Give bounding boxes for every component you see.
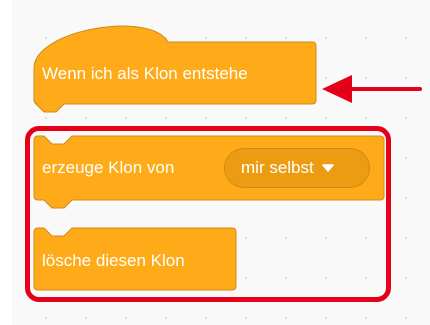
arrow-left-icon [322, 75, 422, 103]
highlight-frame [25, 126, 391, 302]
hat-block-label: Wenn ich als Klon entstehe [42, 64, 248, 83]
